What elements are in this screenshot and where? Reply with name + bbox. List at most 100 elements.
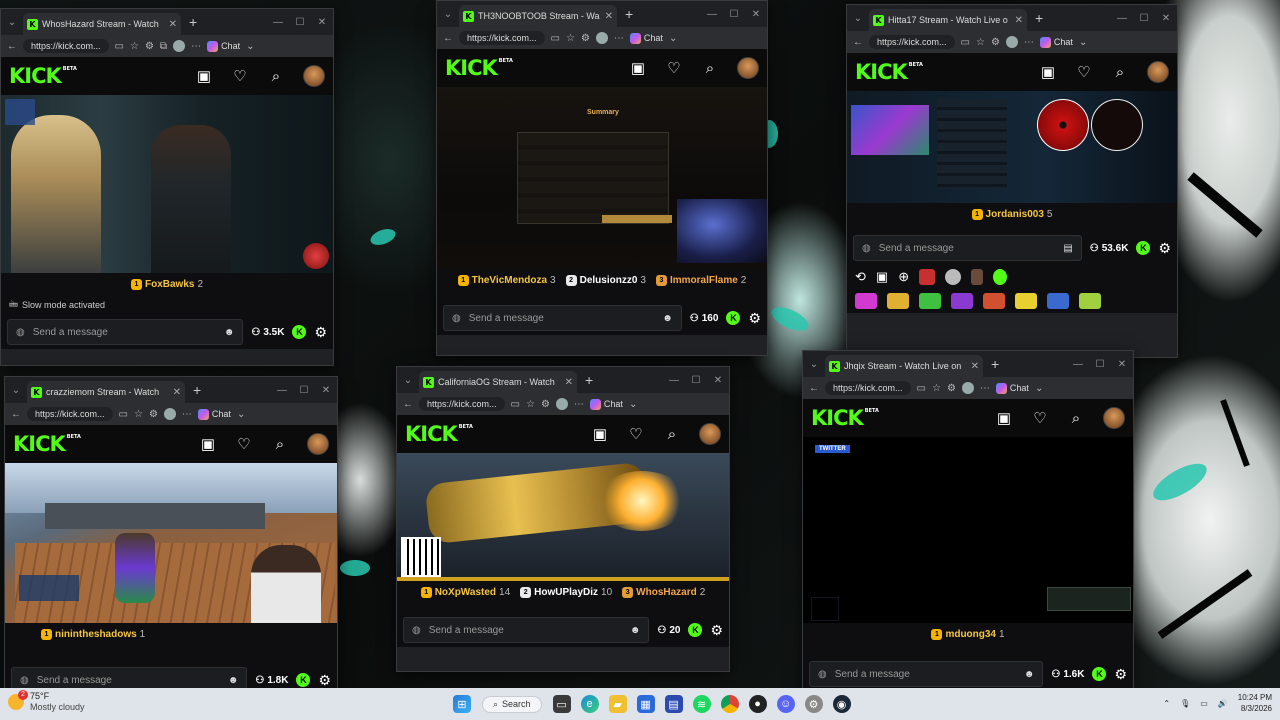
message-input[interactable]: ◍ Send a message ☻ — [403, 617, 650, 643]
emote-category-icon[interactable] — [945, 269, 962, 285]
channel-emotes-icon[interactable]: ▣ — [876, 269, 888, 285]
minimize-icon[interactable]: — — [267, 17, 289, 28]
new-tab-icon[interactable]: + — [991, 356, 999, 372]
browser-tab[interactable]: K Jhqix Stream - Watch Live on ✕ — [825, 355, 983, 377]
obs-icon[interactable]: ● — [748, 695, 767, 713]
emoji-icon[interactable]: ☻ — [1024, 669, 1035, 680]
browser-window-hitta17[interactable]: ⌄ K Hitta17 Stream - Watch Live o ✕ + — … — [846, 4, 1178, 358]
maximize-icon[interactable]: ☐ — [1133, 13, 1155, 24]
emote-icon[interactable] — [1079, 293, 1101, 309]
video-player[interactable] — [847, 91, 1177, 203]
profile-avatar[interactable] — [163, 408, 176, 420]
store-icon[interactable]: ▦ — [636, 695, 655, 713]
close-tab-icon[interactable]: ✕ — [565, 377, 573, 388]
favorite-star-icon[interactable]: ☆ — [134, 409, 143, 420]
user-avatar[interactable] — [307, 433, 329, 455]
video-player[interactable] — [1, 95, 333, 273]
close-tab-icon[interactable]: ✕ — [605, 11, 613, 22]
search-icon[interactable]: ⌕ — [271, 436, 289, 453]
browser-window-whoshazard[interactable]: ⌄ K WhosHazard Stream - Watch ✕ + — ☐ ✕ … — [0, 8, 334, 366]
favorite-star-icon[interactable]: ☆ — [566, 33, 575, 44]
video-player[interactable]: Summary — [437, 87, 767, 269]
copilot-chat-button[interactable]: Chat — [197, 408, 231, 420]
more-icon[interactable]: ⋯ — [191, 41, 201, 52]
following-icon[interactable]: ▣ — [1039, 63, 1057, 81]
kick-logo[interactable]: KICK BETA — [405, 422, 573, 446]
copilot-chat-button[interactable]: Chat — [589, 398, 623, 410]
browser-tab[interactable]: K crazziemom Stream - Watch ✕ — [27, 381, 185, 403]
reader-icon[interactable]: ▭ — [917, 383, 926, 394]
discord-icon[interactable]: ☺ — [776, 695, 795, 713]
following-icon[interactable]: ▣ — [995, 409, 1013, 427]
favorite-star-icon[interactable]: ☆ — [976, 37, 985, 48]
new-tab-icon[interactable]: + — [625, 6, 633, 22]
supporter-entry[interactable]: 1 NoXpWasted 14 — [420, 586, 510, 598]
browser-window-jhqix[interactable]: ⌄ K Jhqix Stream - Watch Live on ✕ + — ☐… — [802, 350, 1134, 690]
emoji-icon[interactable]: ☻ — [630, 625, 641, 636]
maximize-icon[interactable]: ☐ — [685, 375, 707, 386]
collections-icon[interactable]: ⧉ — [160, 41, 167, 52]
user-avatar[interactable] — [1103, 407, 1125, 429]
kick-coin-icon[interactable]: K — [726, 311, 741, 325]
back-icon[interactable]: ← — [7, 41, 17, 52]
user-avatar[interactable] — [1147, 61, 1169, 83]
supporter-entry[interactable]: 3 ImmoralFlame 2 — [655, 274, 746, 286]
supporter-entry[interactable]: 1 ninintheshadows 1 — [41, 628, 145, 640]
profile-avatar[interactable] — [595, 32, 608, 44]
settings-icon[interactable]: ⚙ — [804, 695, 823, 713]
tab-menu-icon[interactable]: ⌄ — [803, 359, 825, 370]
close-window-icon[interactable]: ✕ — [707, 375, 729, 386]
gear-icon[interactable]: ⚙ — [318, 672, 331, 689]
maximize-icon[interactable]: ☐ — [1089, 359, 1111, 370]
gear-icon[interactable]: ⚙ — [1114, 666, 1127, 683]
kick-logo[interactable]: KICK BETA — [855, 60, 1021, 84]
browser-tab[interactable]: K CaliforniaOG Stream - Watch ✕ — [419, 371, 577, 393]
emoji-icon[interactable]: ☻ — [662, 313, 673, 324]
back-icon[interactable]: ← — [403, 399, 413, 410]
supporter-entry[interactable]: 2 HowUPlayDiz 10 — [520, 586, 612, 598]
emote-icon[interactable] — [983, 293, 1005, 309]
profile-avatar[interactable] — [555, 398, 568, 410]
url-field[interactable]: https://kick.com... — [869, 35, 955, 49]
reader-icon[interactable]: ▭ — [551, 33, 560, 44]
reader-icon[interactable]: ▭ — [511, 399, 520, 410]
search-icon[interactable]: ⌕ — [267, 68, 285, 85]
taskbar-search[interactable]: ⌕ Search — [482, 695, 542, 713]
emote-picker-icon[interactable]: ▤ — [1063, 243, 1072, 254]
network-icon[interactable]: ▭ — [1200, 699, 1208, 708]
extensions-icon[interactable]: ⚙ — [145, 41, 154, 52]
tab-menu-icon[interactable]: ⌄ — [5, 385, 27, 396]
tab-menu-icon[interactable]: ⌄ — [437, 9, 459, 20]
favorite-star-icon[interactable]: ☆ — [526, 399, 535, 410]
browser-tab[interactable]: K Hitta17 Stream - Watch Live o ✕ — [869, 9, 1027, 31]
chevron-down-icon[interactable]: ⌄ — [246, 41, 254, 52]
extensions-icon[interactable]: ⚙ — [991, 37, 1000, 48]
app-icon[interactable]: ▤ — [664, 695, 683, 713]
favorite-star-icon[interactable]: ☆ — [932, 383, 941, 394]
kick-coin-icon[interactable]: K — [688, 623, 703, 637]
heart-icon[interactable]: ♡ — [627, 425, 645, 443]
steam-icon[interactable]: ◉ — [832, 695, 851, 713]
browser-window-californiaog[interactable]: ⌄ K CaliforniaOG Stream - Watch ✕ + — ☐ … — [396, 366, 730, 672]
windows-start-icon[interactable]: ⊞ — [453, 695, 471, 713]
heart-icon[interactable]: ♡ — [1031, 409, 1049, 427]
close-tab-icon[interactable]: ✕ — [971, 361, 979, 372]
profile-avatar[interactable] — [1005, 36, 1018, 48]
emote-category-icon[interactable] — [971, 269, 984, 285]
heart-icon[interactable]: ♡ — [231, 67, 249, 85]
video-player[interactable]: TWITTER — [803, 437, 1133, 623]
copilot-chat-button[interactable]: Chat — [629, 32, 663, 44]
following-icon[interactable]: ▣ — [591, 425, 609, 443]
browser-tab[interactable]: K WhosHazard Stream - Watch ✕ — [23, 13, 181, 35]
url-field[interactable]: https://kick.com... — [459, 31, 545, 45]
minimize-icon[interactable]: — — [1067, 359, 1089, 370]
heart-icon[interactable]: ♡ — [665, 59, 683, 77]
copilot-chat-button[interactable]: Chat — [995, 382, 1029, 394]
weather-widget[interactable]: 2 75°F Mostly cloudy — [8, 690, 85, 713]
emote-icon[interactable] — [1047, 293, 1069, 309]
following-icon[interactable]: ▣ — [629, 59, 647, 77]
more-icon[interactable]: ⋯ — [1024, 37, 1034, 48]
search-icon[interactable]: ⌕ — [701, 60, 719, 77]
new-tab-icon[interactable]: + — [1035, 10, 1043, 26]
following-icon[interactable]: ▣ — [195, 67, 213, 85]
